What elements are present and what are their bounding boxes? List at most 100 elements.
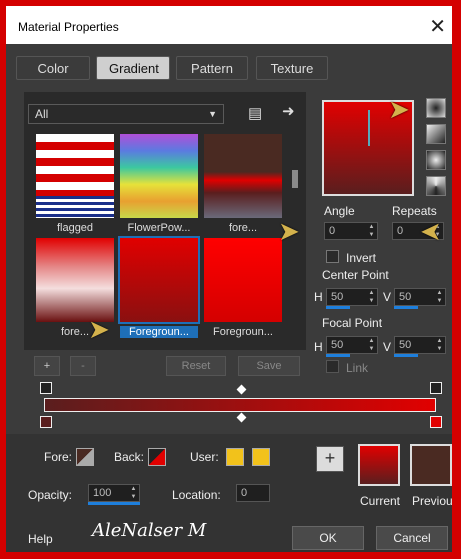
sunburst-style-icon[interactable]: [426, 176, 446, 196]
top-stop-left[interactable]: [40, 382, 52, 394]
add-gradient-button[interactable]: +: [34, 356, 60, 376]
angle-input[interactable]: 0 ▲ ▼: [324, 222, 378, 240]
file-icon[interactable]: ▤: [248, 104, 262, 122]
tab-texture[interactable]: Texture: [256, 56, 328, 80]
current-label: Current: [360, 494, 401, 508]
spinner-icon[interactable]: ▲ ▼: [367, 289, 376, 305]
previous-swatch: [410, 444, 452, 486]
gradient-thumb-flagged[interactable]: flagged: [36, 134, 114, 234]
thumb-label: Foregroun...: [120, 326, 198, 338]
center-v-label: V: [383, 290, 392, 304]
focal-v-label: V: [383, 340, 392, 354]
thumb-label: FlowerPow...: [127, 222, 191, 234]
tab-gradient[interactable]: Gradient: [96, 56, 170, 80]
previous-label: Previou: [412, 494, 453, 508]
pointer-arrow-icon: ➤: [278, 216, 300, 246]
gradient-swatch: [120, 238, 198, 322]
gradient-swatch: [204, 238, 282, 322]
current-swatch: [358, 444, 400, 486]
back-swatch[interactable]: [148, 448, 166, 466]
gradient-thumb-fore-2[interactable]: fore...: [36, 238, 114, 338]
ok-button[interactable]: OK: [292, 526, 364, 550]
center-h-label: H: [314, 290, 323, 304]
fore-swatch[interactable]: [76, 448, 94, 466]
center-point-label: Center Point: [322, 268, 389, 282]
gradient-thumb-foreground-2[interactable]: Foregroun...: [204, 238, 282, 338]
pointer-arrow-icon: ➤: [388, 94, 410, 124]
reset-button[interactable]: Reset: [166, 356, 226, 376]
scrollbar-thumb[interactable]: [292, 170, 298, 188]
cancel-button[interactable]: Cancel: [376, 526, 448, 550]
focal-v-value: 50: [399, 339, 412, 351]
category-value: All: [35, 107, 49, 121]
add-to-swatches-button[interactable]: +: [316, 446, 344, 472]
center-h-value: 50: [331, 291, 344, 303]
bottom-stop-right[interactable]: [430, 416, 442, 428]
location-value: 0: [241, 487, 248, 499]
thumb-label: Foregroun...: [213, 326, 273, 338]
user-label: User:: [190, 450, 219, 464]
center-v-input[interactable]: 50 ▲ ▼: [394, 288, 446, 306]
gradient-swatch: [36, 238, 114, 322]
opacity-slider[interactable]: [88, 502, 140, 505]
location-label: Location:: [172, 488, 221, 502]
help-link[interactable]: Help: [28, 532, 53, 546]
user-swatch-1[interactable]: [226, 448, 244, 466]
linear-style-icon[interactable]: [426, 98, 446, 118]
arrow-right-icon[interactable]: ➜: [282, 102, 295, 120]
dialog-title: Material Properties: [18, 20, 119, 34]
gradient-thumb-foreground-selected[interactable]: Foregroun...: [118, 236, 200, 338]
spinner-icon[interactable]: ▲ ▼: [129, 485, 138, 501]
gradient-swatch: [120, 134, 198, 218]
focal-v-slider[interactable]: [394, 354, 418, 357]
tab-color[interactable]: Color: [16, 56, 90, 80]
opacity-input[interactable]: 100 ▲ ▼: [88, 484, 140, 502]
gradient-editor-bar[interactable]: [44, 398, 436, 412]
category-dropdown[interactable]: All ▼: [28, 104, 224, 124]
top-stop-right[interactable]: [430, 382, 442, 394]
user-swatch-2[interactable]: [252, 448, 270, 466]
pointer-arrow-icon: ➤: [420, 216, 442, 246]
invert-checkbox[interactable]: [326, 250, 339, 263]
tab-pattern[interactable]: Pattern: [176, 56, 248, 80]
center-v-slider[interactable]: [394, 306, 418, 309]
focal-point-label: Focal Point: [322, 316, 383, 330]
thumb-label: fore...: [228, 222, 258, 234]
radial-style-icon[interactable]: [426, 150, 446, 170]
link-checkbox[interactable]: [326, 360, 339, 373]
signature-watermark: AleNalser M: [92, 520, 207, 541]
tab-bar: Color Gradient Pattern Texture: [16, 56, 442, 84]
pointer-arrow-icon: ➤: [88, 314, 110, 344]
bottom-stop-left[interactable]: [40, 416, 52, 428]
focal-h-slider[interactable]: [326, 354, 350, 357]
location-input[interactable]: 0: [236, 484, 270, 502]
focal-h-label: H: [314, 340, 323, 354]
center-v-value: 50: [399, 291, 412, 303]
save-button[interactable]: Save: [238, 356, 300, 376]
angle-value: 0: [329, 225, 336, 237]
focal-h-input[interactable]: 50 ▲ ▼: [326, 336, 378, 354]
focal-h-value: 50: [331, 339, 344, 351]
angle-label: Angle: [324, 204, 355, 218]
spinner-icon[interactable]: ▲ ▼: [367, 223, 376, 239]
chevron-down-icon: ▼: [208, 109, 217, 119]
remove-gradient-button[interactable]: -: [70, 356, 96, 376]
rectangular-style-icon[interactable]: [426, 124, 446, 144]
gradient-swatch: [204, 134, 282, 218]
center-h-slider[interactable]: [326, 306, 350, 309]
gradient-thumb-fore-1[interactable]: fore...: [204, 134, 282, 234]
title-bar: Material Properties ✕: [6, 6, 452, 44]
preview-axis: [368, 110, 370, 146]
close-icon[interactable]: ✕: [429, 14, 446, 39]
gradient-thumb-flowerpower[interactable]: FlowerPow...: [120, 134, 198, 234]
opacity-label: Opacity:: [28, 488, 73, 502]
invert-label: Invert: [346, 251, 377, 265]
spinner-icon[interactable]: ▲ ▼: [435, 289, 444, 305]
fore-label: Fore:: [44, 450, 73, 464]
gradient-swatch-stripe: [36, 196, 114, 218]
thumb-label: flagged: [56, 222, 94, 234]
focal-v-input[interactable]: 50 ▲ ▼: [394, 336, 446, 354]
center-h-input[interactable]: 50 ▲ ▼: [326, 288, 378, 306]
spinner-icon[interactable]: ▲ ▼: [435, 337, 444, 353]
spinner-icon[interactable]: ▲ ▼: [367, 337, 376, 353]
